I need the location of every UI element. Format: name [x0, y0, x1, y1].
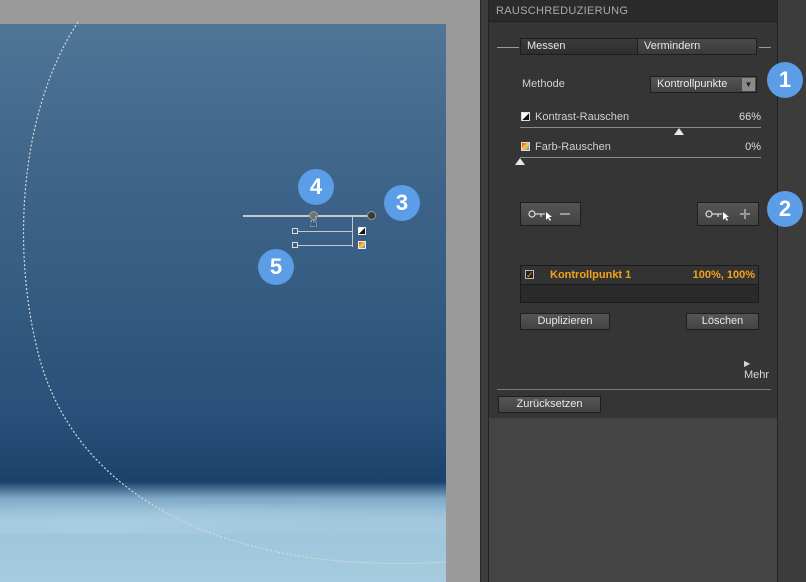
- more-label: Mehr: [744, 369, 770, 381]
- control-point-bracket: [352, 217, 353, 247]
- callout-badge-4: 4: [298, 169, 334, 205]
- control-point-name: Kontrollpunkt 1: [550, 269, 632, 281]
- image-canvas[interactable]: ☝ 3 4 5: [0, 0, 480, 582]
- control-point-size-handle[interactable]: [367, 211, 376, 220]
- duplicate-button[interactable]: Duplizieren: [520, 313, 610, 330]
- tab-vermindern[interactable]: Vermindern: [637, 38, 757, 55]
- color-icon: [358, 241, 366, 249]
- key-minus-icon: [528, 210, 570, 221]
- tab-divider-left: [497, 47, 519, 48]
- method-dropdown[interactable]: Kontrollpunkte ▼: [650, 76, 757, 93]
- triangle-down-icon: ▼: [742, 78, 755, 91]
- contrast-noise-slider-line[interactable]: [296, 231, 352, 232]
- contrast-noise-track[interactable]: [520, 127, 761, 128]
- control-point-checkbox[interactable]: ✓: [525, 270, 534, 280]
- contrast-icon: [358, 227, 366, 235]
- reset-button[interactable]: Zurücksetzen: [498, 396, 601, 413]
- callout-badge-1: 1: [767, 62, 803, 98]
- list-item[interactable]: ✓ Kontrollpunkt 1 100%, 100%: [521, 266, 758, 285]
- more-toggle[interactable]: ▶ Mehr: [744, 357, 777, 381]
- control-point-values: 100%, 100%: [692, 269, 755, 281]
- callout-badge-5: 5: [258, 249, 294, 285]
- contrast-noise-label: Kontrast-Rauschen: [535, 111, 630, 123]
- method-label: Methode: [522, 78, 565, 90]
- contrast-noise-thumb[interactable]: [674, 128, 685, 135]
- panel-title: RAUSCHREDUZIERUNG: [489, 0, 777, 22]
- contrast-swatch-icon: [521, 112, 530, 121]
- color-noise-track[interactable]: [520, 157, 761, 158]
- contrast-noise-value: 66%: [738, 111, 761, 123]
- color-noise-value: 0%: [745, 141, 761, 153]
- photo-sky: [0, 24, 446, 582]
- color-noise-label: Farb-Rauschen: [535, 141, 611, 153]
- color-noise-thumb[interactable]: [515, 158, 525, 165]
- panel-lower-area: [488, 418, 778, 582]
- cloud-layer: [0, 494, 446, 534]
- hand-cursor-icon: ☝: [309, 214, 319, 231]
- triangle-right-icon: ▶: [744, 359, 751, 368]
- tab-divider-right: [759, 47, 771, 48]
- callout-badge-2: 2: [767, 191, 803, 227]
- reset-divider: [497, 389, 771, 390]
- control-point-list: ✓ Kontrollpunkt 1 100%, 100%: [520, 265, 759, 303]
- remove-control-point-button[interactable]: [520, 202, 581, 226]
- callout-badge-3: 3: [384, 185, 420, 221]
- contrast-noise-slider-handle[interactable]: [292, 228, 298, 234]
- delete-button[interactable]: Löschen: [686, 313, 759, 330]
- color-noise-slider-handle[interactable]: [292, 242, 298, 248]
- add-control-point-button[interactable]: [697, 202, 759, 226]
- method-dropdown-value: Kontrollpunkte: [657, 78, 728, 90]
- color-noise-slider-line[interactable]: [296, 245, 352, 246]
- key-plus-icon: [705, 209, 750, 221]
- color-swatch-icon: [521, 142, 530, 151]
- tab-messen[interactable]: Messen: [520, 38, 638, 55]
- noise-reduction-panel: RAUSCHREDUZIERUNG Messen Vermindern Meth…: [488, 0, 778, 418]
